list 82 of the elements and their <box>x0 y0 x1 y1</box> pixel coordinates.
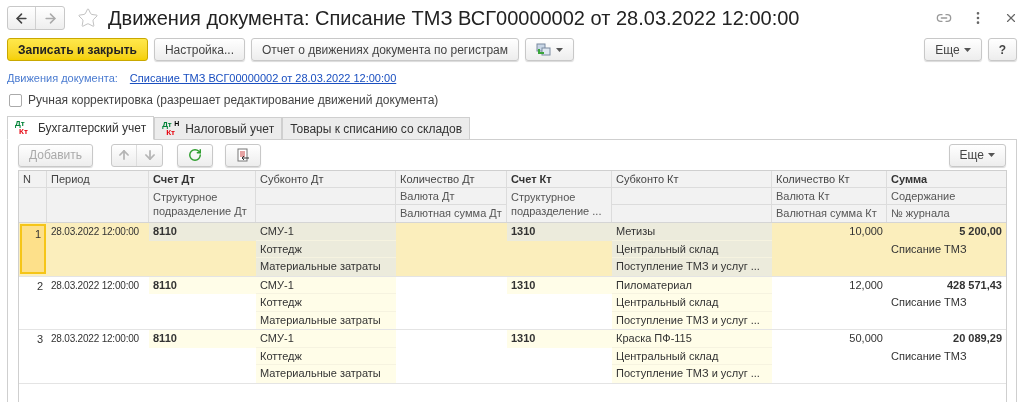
document-label: Движения документа: <box>7 70 118 86</box>
table-row[interactable]: 3 28.03.2022 12:00:00 8110 СМУ-1 Коттедж Материальные затраты 1310 Краска ПФ-115 Центральный склад Поступление ТМЗ и услуг ... 50,000 20 089,29 Списание ТМЗ <box>19 330 1006 384</box>
table-cell: 8110 <box>149 330 256 348</box>
caret-icon <box>988 153 995 157</box>
manual-correction-checkbox[interactable] <box>9 93 22 107</box>
column-header[interactable]: Счет Кт <box>507 171 611 188</box>
table-cell-text: 5 200,00 <box>958 224 1003 239</box>
table-cell: СМУ-1 <box>256 276 396 294</box>
table-cell: Метизы <box>612 223 772 241</box>
column-subheader: Валютная сумма Кт <box>775 206 878 221</box>
column-header[interactable]: N <box>19 171 46 188</box>
toolbar-button[interactable]: Настройка... <box>153 38 245 61</box>
table-cell: Центральный склад <box>612 240 772 258</box>
table-cell-text: 28.03.2022 12:00:00 <box>50 332 140 346</box>
back-arrow-icon <box>14 10 29 26</box>
column-header[interactable]: Период <box>47 171 148 188</box>
caret-icon <box>556 47 564 52</box>
table-cell: 8110 <box>149 223 256 241</box>
manual-correction-label: Ручная корректировка (разрешает редактирование движений документа) <box>28 92 439 109</box>
table-cell-text: Поступление ТМЗ и услуг ... <box>615 366 761 381</box>
table-cell-text: 20 089,29 <box>952 331 1003 346</box>
column-header[interactable]: Субконто Дт <box>256 171 395 188</box>
table-cell: 1310 <box>507 330 612 348</box>
toolbar-button[interactable]: Отчет о движениях документа по регистрам <box>251 38 520 61</box>
column-header[interactable]: Количество Дт <box>396 171 506 188</box>
column-subheader: Валютная сумма Дт <box>399 206 503 221</box>
star-icon[interactable] <box>77 7 99 29</box>
table-cell: 1 <box>20 224 46 274</box>
column-subheader: Валюта Кт <box>772 188 886 205</box>
column-subheader: Структурное подразделение ... <box>510 190 603 219</box>
help-button[interactable]: ? <box>987 38 1017 61</box>
tab[interactable]: Товары к списанию со складов <box>282 117 471 140</box>
export-icon <box>536 42 553 57</box>
table-more-button[interactable]: Еще <box>948 143 1006 167</box>
column-header[interactable]: Количество Кт <box>772 171 886 188</box>
column-subheader: Содержание <box>887 188 1006 205</box>
table-cell-text: Материальные затраты <box>259 366 382 381</box>
column-header[interactable]: Счет Дт <box>149 171 255 188</box>
table-cell: Краска ПФ-115 <box>612 330 772 348</box>
table-cell-text: 428 571,43 <box>945 277 1003 293</box>
column-header[interactable]: Субконто Кт <box>612 171 771 188</box>
table-cell: 1310 <box>507 223 612 241</box>
table-cell-text: 28.03.2022 12:00:00 <box>50 278 140 293</box>
tab[interactable]: Дт Кт Бухгалтерский учет <box>7 116 155 140</box>
save-and-close-button[interactable]: Записать и закрыть <box>7 38 148 61</box>
window-title: Движения документа: Списание ТМЗ ВСГ00000002 от 28.03.2022 12:00:00 <box>108 6 800 31</box>
forward-arrow-icon <box>42 10 58 26</box>
table-cell: Коттедж <box>256 347 396 365</box>
caret-icon <box>963 47 971 52</box>
column-subheader: Структурное подразделение Дт <box>152 190 248 219</box>
table-cell-text: Материальные затраты <box>259 259 382 274</box>
table-cell-text: Списание ТМЗ <box>890 241 968 257</box>
close-icon[interactable] <box>1004 11 1018 25</box>
table-cell-text: Поступление ТМЗ и услуг ... <box>615 259 761 274</box>
column-header[interactable]: Сумма <box>887 171 1006 188</box>
table-cell-text: 10,000 <box>848 224 884 239</box>
column-subheader: № журнала <box>890 206 951 221</box>
table-cell: Центральный склад <box>612 294 772 312</box>
table-row[interactable]: 2 28.03.2022 12:00:00 8110 СМУ-1 Коттедж Материальные затраты 1310 Пиломатериал Центральный склад Поступление ТМЗ и услуг ... 12,000 428 571,43 Списание ТМЗ <box>19 276 1006 330</box>
document-link[interactable]: Списание ТМЗ ВСГ00000002 от 28.03.2022 12:00:00 <box>129 69 397 87</box>
output-list-button[interactable] <box>225 143 262 167</box>
table-cell-text: Поступление ТМЗ и услуг ... <box>615 312 761 328</box>
refresh-button[interactable] <box>177 143 214 167</box>
table-row[interactable]: 1 28.03.2022 12:00:00 8110 СМУ-1 Коттедж Материальные затраты 1310 Метизы Центральный склад Поступление ТМЗ и услуг ... 10,000 5 200,00 Списание ТМЗ <box>19 223 1006 277</box>
table-cell-text: Списание ТМЗ <box>890 348 968 364</box>
table-cell-text: 3 <box>35 332 44 347</box>
debit-credit-icon: Дт Кт <box>15 120 33 136</box>
table-cell-text: Списание ТМЗ <box>890 295 968 310</box>
table-cell: Центральный склад <box>612 347 772 365</box>
table-cell-text: 2 <box>35 278 44 294</box>
table-cell: Коттедж <box>256 294 396 312</box>
table-cell-text: 50,000 <box>848 331 884 346</box>
table-cell: Пиломатериал <box>612 276 772 294</box>
table-cell-text: 12,000 <box>848 277 884 293</box>
refresh-icon <box>188 148 203 162</box>
column-subheader: Валюта Дт <box>396 188 506 205</box>
more-button[interactable]: Еще <box>924 38 982 61</box>
export-dropdown-button[interactable] <box>525 38 575 61</box>
list-output-icon <box>236 148 251 162</box>
table-cell-text: 28.03.2022 12:00:00 <box>50 225 140 239</box>
table-cell-text: Материальные затраты <box>259 312 382 328</box>
table-cell: СМУ-1 <box>256 330 396 348</box>
